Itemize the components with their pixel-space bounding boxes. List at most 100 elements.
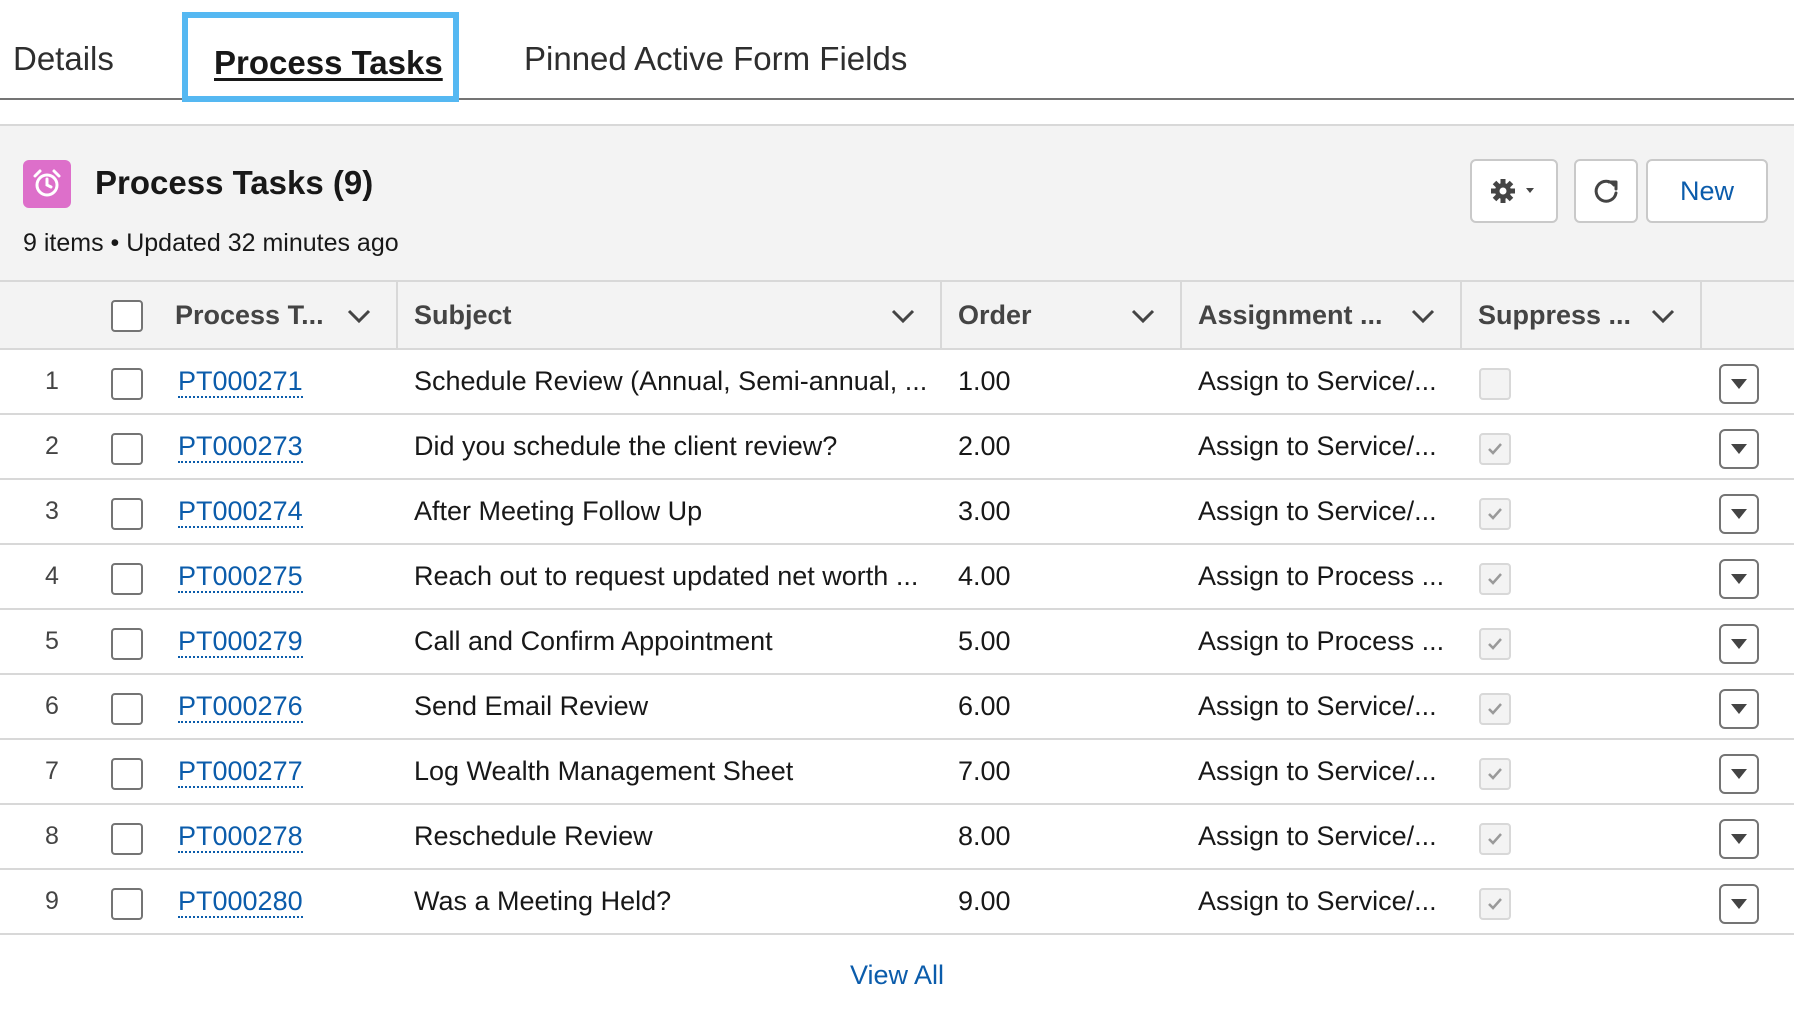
tab-pinned-active-form-fields[interactable]: Pinned Active Form Fields (524, 40, 907, 78)
assignment-cell: Assign to Service/... (1198, 366, 1437, 396)
table-body: 1 PT000271 Schedule Review (Annual, Semi-a… (0, 350, 1794, 935)
table-row: 6 PT000276 Send Email Review 6.00 Assign to … (0, 675, 1794, 740)
related-list-meta: 9 items • Updated 32 minutes ago (23, 229, 399, 257)
row-select-checkbox[interactable] (111, 888, 143, 920)
column-divider[interactable] (396, 282, 398, 348)
table-row: 8 PT000278 Reschedule Review 8.00 Assign to … (0, 805, 1794, 870)
row-actions-button[interactable] (1719, 364, 1759, 404)
tab-details[interactable]: Details (13, 40, 114, 78)
process-tasks-table: Process T... Subject Order Assignment ..… (0, 282, 1794, 935)
assignment-cell: Assign to Service/... (1198, 886, 1437, 916)
caret-down-icon (1731, 574, 1747, 584)
caret-down-icon (1731, 899, 1747, 909)
suppress-checkbox (1479, 758, 1511, 790)
gear-icon (1491, 179, 1534, 203)
row-actions-button[interactable] (1719, 819, 1759, 859)
row-actions-button[interactable] (1719, 559, 1759, 599)
table-row: 3 PT000274 After Meeting Follow Up 3.00 Assi… (0, 480, 1794, 545)
subject-cell: After Meeting Follow Up (414, 496, 703, 526)
row-actions-button[interactable] (1719, 429, 1759, 469)
suppress-checkbox (1479, 498, 1511, 530)
column-header-suppress[interactable]: Suppress ... (1478, 282, 1631, 348)
checkmark-icon (1488, 898, 1502, 910)
subject-cell: Reschedule Review (414, 821, 653, 851)
chevron-down-icon[interactable] (890, 307, 916, 325)
process-task-link[interactable]: PT000279 (178, 626, 303, 658)
refresh-icon (1594, 179, 1618, 203)
table-row: 9 PT000280 Was a Meeting Held? 9.00 Assign t… (0, 870, 1794, 935)
column-label: Process T... (175, 299, 324, 330)
row-select-checkbox[interactable] (111, 563, 143, 595)
row-select-checkbox[interactable] (111, 433, 143, 465)
assignment-cell: Assign to Service/... (1198, 496, 1437, 526)
table-row: 7 PT000277 Log Wealth Management Sheet 7.00… (0, 740, 1794, 805)
new-button[interactable]: New (1646, 159, 1768, 223)
chevron-down-icon[interactable] (1410, 307, 1436, 325)
subject-cell: Reach out to request updated net worth .… (414, 561, 919, 591)
column-divider[interactable] (1700, 282, 1702, 348)
assignment-cell: Assign to Service/... (1198, 756, 1437, 786)
row-actions-button[interactable] (1719, 884, 1759, 924)
row-actions-button[interactable] (1719, 494, 1759, 534)
related-list-header: Process Tasks (9) 9 items • Updated 32 m… (0, 124, 1794, 282)
subject-cell: Was a Meeting Held? (414, 886, 672, 916)
column-divider[interactable] (1460, 282, 1462, 348)
tab-process-tasks[interactable]: Process Tasks (182, 12, 459, 102)
row-select-checkbox[interactable] (111, 693, 143, 725)
row-number: 1 (45, 367, 59, 395)
row-select-checkbox[interactable] (111, 823, 143, 855)
row-number: 7 (45, 757, 59, 785)
process-task-link[interactable]: PT000275 (178, 561, 303, 593)
column-header-assignment[interactable]: Assignment ... (1198, 282, 1383, 348)
subject-cell: Send Email Review (414, 691, 649, 721)
process-task-link[interactable]: PT000277 (178, 756, 303, 788)
suppress-checkbox (1479, 368, 1511, 400)
row-actions-button[interactable] (1719, 689, 1759, 729)
chevron-down-icon[interactable] (1650, 307, 1676, 325)
caret-down-icon (1731, 834, 1747, 844)
row-select-checkbox[interactable] (111, 758, 143, 790)
checkmark-icon (1488, 833, 1502, 845)
subject-cell: Did you schedule the client review? (414, 431, 838, 461)
process-task-link[interactable]: PT000276 (178, 691, 303, 723)
column-header-subject[interactable]: Subject (414, 282, 512, 348)
checkmark-icon (1488, 443, 1502, 455)
row-actions-button[interactable] (1719, 754, 1759, 794)
column-label: Assignment ... (1198, 299, 1383, 330)
process-task-link[interactable]: PT000274 (178, 496, 303, 528)
chevron-down-icon[interactable] (1130, 307, 1156, 325)
process-task-link[interactable]: PT000273 (178, 431, 303, 463)
assignment-cell: Assign to Service/... (1198, 431, 1437, 461)
column-header-process-task[interactable]: Process T... (175, 282, 324, 348)
suppress-checkbox (1479, 888, 1511, 920)
tab-process-tasks-label: Process Tasks (214, 44, 443, 81)
related-list-title: Process Tasks (9) (95, 164, 374, 201)
row-number: 6 (45, 692, 59, 720)
caret-down-icon (1731, 769, 1747, 779)
suppress-checkbox (1479, 628, 1511, 660)
order-cell: 6.00 (958, 691, 1011, 721)
view-all-link[interactable]: View All (0, 960, 1794, 991)
column-header-order[interactable]: Order (958, 282, 1032, 348)
chevron-down-icon[interactable] (346, 307, 372, 325)
row-select-checkbox[interactable] (111, 368, 143, 400)
process-task-link[interactable]: PT000271 (178, 366, 303, 398)
row-select-checkbox[interactable] (111, 628, 143, 660)
checkmark-icon (1488, 768, 1502, 780)
alarm-clock-icon (23, 160, 71, 208)
column-divider[interactable] (940, 282, 942, 348)
column-divider[interactable] (1180, 282, 1182, 348)
row-number: 9 (45, 887, 59, 915)
tab-bar: Details Process Tasks Pinned Active Form… (0, 0, 1794, 102)
process-task-link[interactable]: PT000278 (178, 821, 303, 853)
refresh-button[interactable] (1574, 159, 1638, 223)
row-number: 4 (45, 562, 59, 590)
list-settings-button[interactable] (1470, 159, 1558, 223)
select-all-checkbox[interactable] (111, 300, 143, 332)
row-number: 3 (45, 497, 59, 525)
row-select-checkbox[interactable] (111, 498, 143, 530)
process-task-link[interactable]: PT000280 (178, 886, 303, 918)
order-cell: 3.00 (958, 496, 1011, 526)
order-cell: 4.00 (958, 561, 1011, 591)
row-actions-button[interactable] (1719, 624, 1759, 664)
